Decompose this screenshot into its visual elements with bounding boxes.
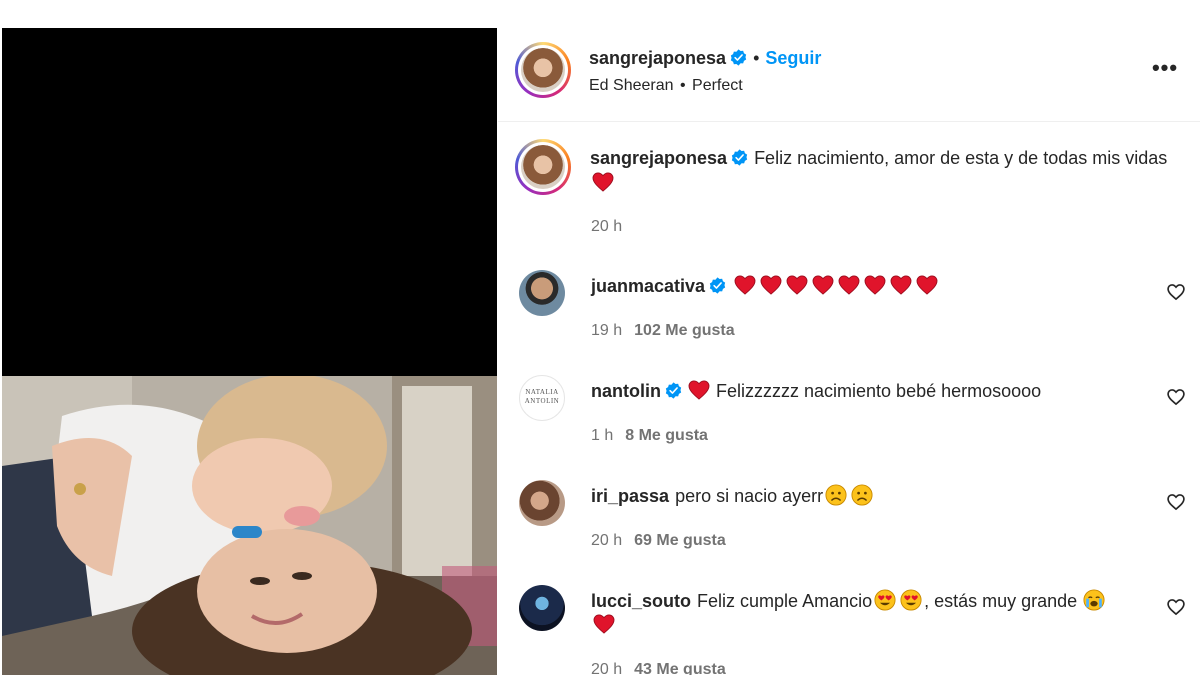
follow-button[interactable]: Seguir: [765, 48, 821, 68]
red-heart-emoji-icon: [593, 614, 615, 634]
comment-likes[interactable]: 102 Me gusta: [634, 322, 734, 339]
like-comment-heart-icon[interactable]: [1166, 387, 1186, 407]
caption-time[interactable]: 20 h: [591, 218, 622, 236]
frowning-face-emoji-icon: [825, 484, 847, 506]
post-header: sangrejaponesa • Seguir Ed Sheeran • Perfe…: [498, 28, 1200, 122]
comment-time[interactable]: 19 h: [591, 322, 622, 339]
comment-item: lucci_souto Feliz cumple Amancio , estás m…: [498, 585, 1200, 675]
separator-dot: •: [753, 48, 760, 68]
red-heart-emoji-icon: [916, 275, 938, 295]
heart-eyes-emoji-icon: [874, 589, 896, 611]
comment-likes[interactable]: 43 Me gusta: [634, 661, 726, 675]
comment-avatar[interactable]: [519, 270, 565, 316]
comment-time[interactable]: 20 h: [591, 532, 622, 549]
comment-item: NATALIA ANTOLIN nantolin Felizzzzzz nacim…: [498, 375, 1200, 475]
comment-text: Felizzzzzz nacimiento bebé hermosoooo: [716, 381, 1042, 401]
comment-username[interactable]: juanmacativa: [591, 276, 705, 296]
more-options-button[interactable]: •••: [1150, 56, 1180, 86]
red-heart-emoji-icon: [864, 275, 886, 295]
red-heart-emoji-icon: [786, 275, 808, 295]
comment-text: Feliz cumple Amancio: [697, 591, 873, 611]
audio-artist[interactable]: Ed Sheeran: [589, 77, 674, 94]
comment-time[interactable]: 1 h: [591, 427, 613, 444]
post-media[interactable]: [2, 28, 497, 675]
comment-emoji-row: [732, 275, 940, 296]
comment-text-cont: , estás muy grande: [924, 591, 1078, 611]
audio-info[interactable]: Ed Sheeran • Perfect: [589, 77, 743, 95]
red-heart-emoji-icon: [734, 275, 756, 295]
comment-avatar-text: NATALIA ANTOLIN: [524, 388, 560, 405]
frowning-face-emoji-icon: [851, 484, 873, 506]
post-photo: [2, 376, 497, 675]
red-heart-emoji-icon: [592, 172, 614, 192]
author-avatar-image: [521, 48, 565, 92]
red-heart-emoji-icon: [838, 275, 860, 295]
comment-likes[interactable]: 8 Me gusta: [625, 427, 708, 444]
red-heart-emoji-icon: [760, 275, 782, 295]
comment-username[interactable]: nantolin: [591, 381, 661, 401]
loudly-crying-face-emoji-icon: [1083, 589, 1105, 611]
like-comment-heart-icon[interactable]: [1166, 597, 1186, 617]
verified-badge-icon: [709, 277, 726, 294]
audio-song[interactable]: Perfect: [692, 77, 743, 94]
author-avatar[interactable]: [515, 42, 571, 98]
author-username[interactable]: sangrejaponesa: [589, 48, 726, 68]
comment-avatar[interactable]: [519, 480, 565, 526]
red-heart-emoji-icon: [890, 275, 912, 295]
comment-item: juanmacativa 19 h 102 Me gusta: [498, 270, 1200, 370]
red-heart-emoji-icon: [812, 275, 834, 295]
caption: sangrejaponesa Feliz nacimiento, amor de …: [590, 146, 1170, 196]
instagram-post-view: sangrejaponesa • Seguir Ed Sheeran • Perfe…: [0, 0, 1200, 675]
audio-separator: •: [679, 77, 686, 94]
comment-time[interactable]: 20 h: [591, 661, 622, 675]
like-comment-heart-icon[interactable]: [1166, 282, 1186, 302]
caption-text: Feliz nacimiento, amor de esta y de toda…: [754, 148, 1168, 168]
verified-badge-icon: [665, 382, 682, 399]
red-heart-emoji-icon: [688, 380, 710, 400]
comment-text: pero si nacio ayerr: [675, 486, 824, 506]
verified-badge-icon: [730, 49, 747, 66]
like-comment-heart-icon[interactable]: [1166, 492, 1186, 512]
caption-avatar[interactable]: [515, 139, 571, 195]
comment-username[interactable]: iri_passa: [591, 486, 669, 506]
comment-avatar[interactable]: NATALIA ANTOLIN: [519, 375, 565, 421]
caption-avatar-image: [521, 145, 565, 189]
post-sidebar: sangrejaponesa • Seguir Ed Sheeran • Perfe…: [498, 28, 1200, 675]
caption-username[interactable]: sangrejaponesa: [590, 148, 727, 168]
comment-likes[interactable]: 69 Me gusta: [634, 532, 726, 549]
photo-illustration: [2, 376, 497, 675]
comment-item: iri_passa pero si nacio ayerr 20 h 69 Me g…: [498, 480, 1200, 580]
verified-badge-icon: [731, 149, 748, 166]
heart-eyes-emoji-icon: [900, 589, 922, 611]
comment-username[interactable]: lucci_souto: [591, 591, 691, 611]
comment-avatar[interactable]: [519, 585, 565, 631]
